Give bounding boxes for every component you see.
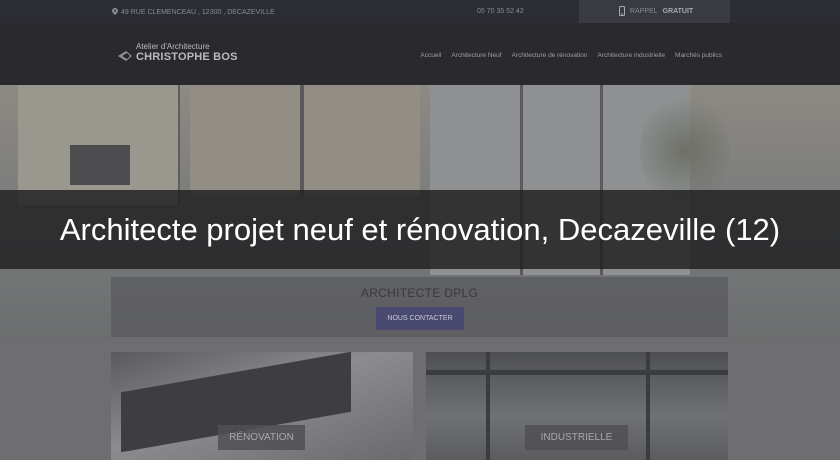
- logo-arrow-icon: [118, 48, 132, 66]
- logo-line2: CHRISTOPHE BOS: [136, 51, 238, 63]
- free-callback-button[interactable]: RAPPEL GRATUIT: [579, 0, 730, 23]
- card-beam: [426, 370, 728, 375]
- nav-item-marches-publics[interactable]: Marchés publics: [675, 52, 722, 59]
- address-text: 49 RUE CLEMENCEAU , 12300 , DECAZEVILLE: [121, 9, 275, 16]
- architect-intro-box: ARCHITECTE DPLG NOUS CONTACTER: [111, 277, 728, 337]
- nav-item-accueil[interactable]: Accueil: [420, 52, 441, 59]
- page-title: Architecte projet neuf et rénovation, De…: [59, 211, 781, 247]
- main-navbar: Atelier d'Architecture CHRISTOPHE BOS Ac…: [0, 23, 840, 85]
- hero-window-center: [190, 85, 420, 195]
- service-card-renovation[interactable]: RÉNOVATION: [111, 352, 413, 460]
- nav-item-architecture-neuf[interactable]: Architecture Neuf: [451, 52, 501, 59]
- mobile-phone-icon: [619, 5, 625, 18]
- card-column: [646, 352, 650, 460]
- service-card-industrielle[interactable]: INDUSTRIELLE: [426, 352, 728, 460]
- address: 49 RUE CLEMENCEAU , 12300 , DECAZEVILLE: [112, 8, 275, 17]
- callback-bold-label: GRATUIT: [662, 8, 694, 15]
- card-column: [486, 352, 490, 460]
- top-info-bar: 49 RUE CLEMENCEAU , 12300 , DECAZEVILLE …: [0, 0, 840, 23]
- hero-furniture: [70, 145, 130, 185]
- main-menu: Accueil Architecture Neuf Architecture d…: [420, 52, 722, 59]
- nav-item-architecture-renovation[interactable]: Architecture de rénovation: [512, 52, 588, 59]
- architect-subtitle: ARCHITECTE DPLG: [360, 286, 479, 300]
- hero-mullion: [300, 85, 304, 195]
- contact-button[interactable]: NOUS CONTACTER: [376, 307, 464, 330]
- location-pin-icon: [112, 8, 118, 17]
- logo-line1: Atelier d'Architecture: [136, 42, 210, 51]
- phone-number[interactable]: 05 70 35 52 42: [477, 8, 524, 15]
- nav-item-architecture-industrielle[interactable]: Architecture industrielle: [597, 52, 665, 59]
- callback-label: RAPPEL: [630, 8, 658, 15]
- card-label-industrielle[interactable]: INDUSTRIELLE: [525, 425, 628, 450]
- card-label-renovation[interactable]: RÉNOVATION: [218, 425, 305, 450]
- page-title-band: Architecte projet neuf et rénovation, De…: [0, 190, 840, 269]
